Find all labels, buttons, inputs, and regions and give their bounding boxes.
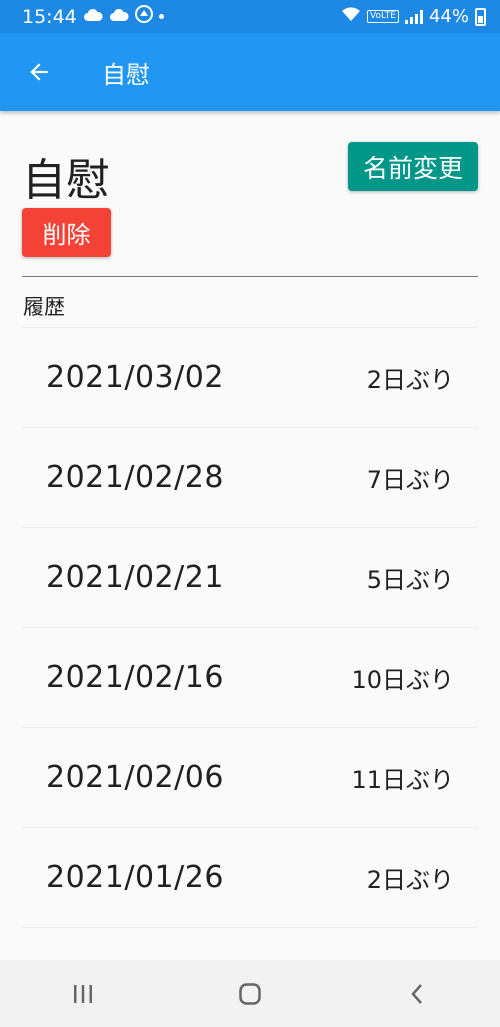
recents-icon: [74, 984, 93, 1003]
home-icon: [239, 982, 261, 1005]
back-button[interactable]: [9, 42, 69, 102]
history-date: 2021/03/02: [46, 360, 224, 395]
history-row[interactable]: 2021/02/06 11日ぶり: [22, 728, 478, 828]
battery-percent: 44%: [428, 6, 469, 27]
weather-cloud-icon: [83, 6, 103, 28]
header-section: 自慰 名前変更 削除: [22, 111, 478, 271]
battery-icon: [475, 7, 486, 26]
status-time: 15:44: [22, 5, 77, 28]
system-nav-bar: [0, 960, 500, 1027]
history-interval: 11日ぶり: [351, 766, 454, 794]
volte-icon: VoLTE: [367, 10, 399, 23]
main-content: 自慰 名前変更 削除 履歴 2021/03/02 2日ぶり 2021/02/28…: [22, 111, 478, 928]
app-bar-title: 自慰: [102, 60, 150, 89]
history-row[interactable]: 2021/03/02 2日ぶり: [22, 328, 478, 428]
status-bar: 15:44 VoLTE 44%: [0, 0, 500, 33]
history-date: 2021/02/21: [46, 560, 224, 595]
app-bar: 自慰: [0, 33, 500, 111]
page-title: 自慰: [22, 155, 110, 206]
history-interval: 5日ぶり: [366, 566, 454, 594]
delete-button[interactable]: 削除: [22, 208, 111, 257]
history-section-label: 履歴: [23, 295, 65, 319]
history-row[interactable]: 2021/02/28 7日ぶり: [22, 428, 478, 528]
arrow-left-icon: [30, 63, 48, 81]
rename-button[interactable]: 名前変更: [348, 142, 478, 191]
more-notifications-icon: [158, 14, 164, 19]
signal-icon: [404, 9, 423, 24]
history-date: 2021/01/26: [46, 860, 224, 895]
history-row[interactable]: 2021/01/26 2日ぶり: [22, 828, 478, 928]
app-notification-icon: [134, 5, 153, 28]
history-interval: 2日ぶり: [366, 866, 454, 894]
divider: [22, 276, 478, 277]
history-interval: 7日ぶり: [366, 466, 454, 494]
recents-button[interactable]: [43, 964, 123, 1024]
history-interval: 2日ぶり: [366, 366, 454, 394]
home-button[interactable]: [210, 964, 290, 1024]
chevron-left-icon: [410, 983, 422, 1004]
wifi-icon: [341, 6, 361, 27]
history-date: 2021/02/28: [46, 460, 224, 495]
history-date: 2021/02/06: [46, 760, 224, 795]
history-interval: 10日ぶり: [351, 666, 454, 694]
history-row[interactable]: 2021/02/16 10日ぶり: [22, 628, 478, 728]
nav-back-button[interactable]: [377, 964, 457, 1024]
history-date: 2021/02/16: [46, 660, 224, 695]
weather-cloud-icon: [109, 6, 129, 28]
history-row[interactable]: 2021/02/21 5日ぶり: [22, 528, 478, 628]
history-list: 2021/03/02 2日ぶり 2021/02/28 7日ぶり 2021/02/…: [22, 327, 478, 928]
